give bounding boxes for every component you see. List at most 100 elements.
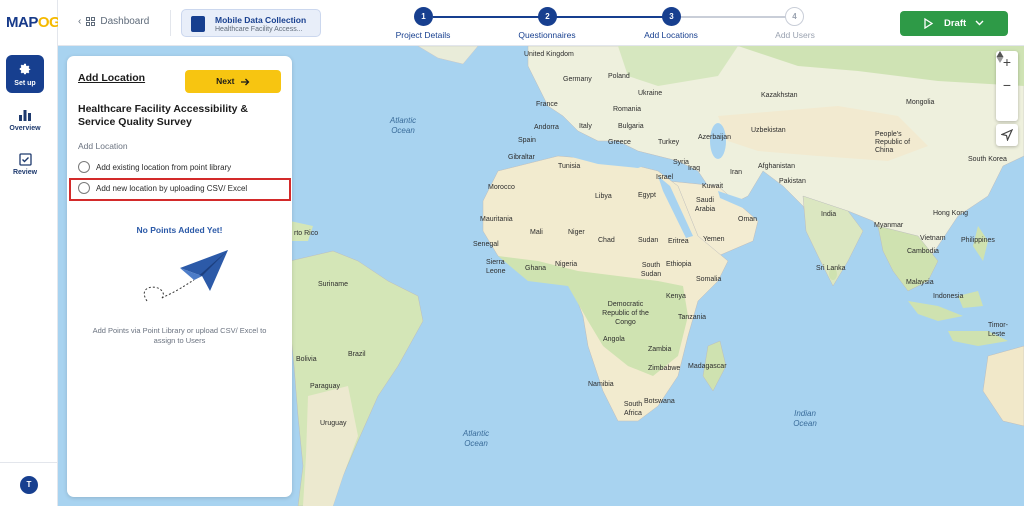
map-label: Timor-Leste xyxy=(988,322,1008,338)
sidebar: MAPOG Set up Overview Review T xyxy=(0,0,61,506)
map-label: France xyxy=(536,101,558,108)
step-3-label[interactable]: Add Locations xyxy=(644,30,698,40)
option-label: Add existing location from point library xyxy=(96,162,232,172)
map-label: United Kingdom xyxy=(524,51,574,58)
radio-button[interactable] xyxy=(78,161,90,173)
next-button[interactable]: Next xyxy=(185,70,281,93)
map-label: Mongolia xyxy=(906,99,935,106)
map-label: Kazakhstan xyxy=(761,92,798,99)
user-avatar[interactable]: T xyxy=(20,476,38,494)
map-label: Niger xyxy=(568,229,585,236)
step-3-circle[interactable]: 3 xyxy=(662,7,681,26)
map-label: Ukraine xyxy=(638,90,663,97)
mapog-logo[interactable]: MAPOG xyxy=(6,14,61,31)
map-label: Uruguay xyxy=(320,420,347,427)
arrow-right-icon xyxy=(240,78,250,86)
locate-button[interactable] xyxy=(996,124,1018,146)
draft-label: Draft xyxy=(944,18,967,29)
project-subtitle: Healthcare Facility Access... xyxy=(215,26,303,33)
chevron-left-icon: ‹ xyxy=(78,16,82,27)
map-label: Ghana xyxy=(525,265,547,272)
app-root: MAPOG Set up Overview Review T ‹ Dashboa… xyxy=(0,0,1024,506)
map-label: Italy xyxy=(579,123,592,130)
map-label: Sri Lanka xyxy=(816,265,846,272)
next-label: Next xyxy=(216,76,235,86)
map-label: Democratic Republic of the Congo xyxy=(602,301,649,326)
map-label: Bulgaria xyxy=(618,123,644,130)
map-label: Hong Kong xyxy=(933,210,969,217)
step-2-circle[interactable]: 2 xyxy=(538,7,557,26)
map-label: Yemen xyxy=(703,236,725,243)
map-label: Iraq xyxy=(688,165,701,172)
map-label: Germany xyxy=(563,76,592,83)
map-label: Israel xyxy=(656,174,674,181)
zoom-controls: + − xyxy=(996,51,1018,121)
map-label: Afghanistan xyxy=(758,163,795,170)
project-name: Mobile Data Collection xyxy=(215,15,307,25)
map-label: Ethiopia xyxy=(666,261,692,268)
option-existing-location[interactable]: Add existing location from point library xyxy=(78,161,231,173)
step-2-label[interactable]: Questionnaires xyxy=(518,30,575,40)
map-label: Mauritania xyxy=(480,216,513,223)
map-ocean-label: Atlantic Ocean xyxy=(389,116,417,135)
sidebar-item-review[interactable]: Review xyxy=(4,153,46,176)
map-label: Sudan xyxy=(638,237,659,244)
sidebar-item-label: Overview xyxy=(9,125,41,132)
map-label: Madagascar xyxy=(688,363,727,370)
panel-title: Add Location xyxy=(78,72,146,84)
map-label: India xyxy=(821,211,837,218)
map-label: Tunisia xyxy=(558,163,581,170)
map-label: Myanmar xyxy=(874,222,904,229)
map-label: South Africa xyxy=(623,401,643,417)
chevron-down-icon xyxy=(975,20,984,26)
map-label: Libya xyxy=(595,193,612,200)
map-label: Tanzania xyxy=(678,314,707,321)
map-label: Malaysia xyxy=(906,279,934,286)
grid-icon xyxy=(86,17,96,26)
section-label: Add Location xyxy=(78,141,128,151)
map-label: Pakistan xyxy=(779,178,806,185)
compass-button[interactable] xyxy=(996,51,1018,120)
map-label: Nigeria xyxy=(555,261,578,268)
sidebar-item-overview[interactable]: Overview xyxy=(4,108,46,132)
map-label: Philippines xyxy=(961,237,995,244)
highlight-box xyxy=(69,178,291,201)
back-to-dashboard-link[interactable]: ‹ Dashboard xyxy=(78,16,149,27)
add-location-panel: Add Location Next Healthcare Facility Ac… xyxy=(67,56,292,497)
sidebar-item-setup[interactable]: Set up xyxy=(6,55,44,93)
step-1-label[interactable]: Project Details xyxy=(396,30,451,40)
empty-state-help: Add Points via Point Library or upload C… xyxy=(92,326,267,345)
sidebar-divider xyxy=(0,462,58,463)
step-4-circle[interactable]: 4 xyxy=(785,7,804,26)
sidebar-item-label: Set up xyxy=(14,80,36,87)
map-label: Mali xyxy=(530,229,543,236)
project-chip[interactable]: Mobile Data Collection Healthcare Facili… xyxy=(181,9,321,37)
document-icon xyxy=(191,16,205,32)
paper-plane-icon xyxy=(143,250,228,302)
step-1-circle[interactable]: 1 xyxy=(414,7,433,26)
zoom-out-button[interactable]: − xyxy=(996,74,1018,97)
empty-state-title: No Points Added Yet! xyxy=(136,225,223,235)
step-4-label[interactable]: Add Users xyxy=(775,30,815,40)
survey-title: Healthcare Facility Accessibility & Serv… xyxy=(78,103,249,128)
compass-icon xyxy=(996,51,1004,63)
map-label: Syria xyxy=(673,159,689,166)
map-label: Somalia xyxy=(696,276,722,283)
draft-button[interactable]: Draft xyxy=(900,11,1008,36)
map-label: Spain xyxy=(518,137,536,144)
map-ocean-label: Indian Ocean xyxy=(793,409,817,428)
map-label: Cambodia xyxy=(907,248,939,255)
map-label: Indonesia xyxy=(933,293,964,300)
map-label: Namibia xyxy=(588,381,614,388)
topbar-divider xyxy=(170,10,171,36)
map-label: Suriname xyxy=(318,281,348,288)
map-ocean-label: Atlantic Ocean xyxy=(462,429,490,448)
map-label: Paraguay xyxy=(310,383,340,390)
map-label: Iran xyxy=(730,169,743,176)
bar-chart-icon xyxy=(19,110,31,121)
back-label: Dashboard xyxy=(100,16,150,27)
map-label: Zambia xyxy=(648,346,672,353)
map-label: Zimbabwe xyxy=(648,365,681,372)
map-label: Turkey xyxy=(658,139,680,146)
map-label: Egypt xyxy=(638,192,656,199)
